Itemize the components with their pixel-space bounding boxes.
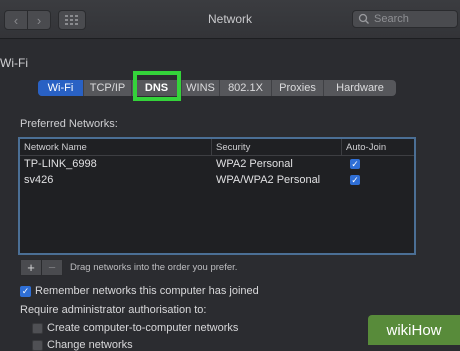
require-admin-label: Require administrator authorisation to:	[20, 304, 207, 316]
change-networks-checkbox[interactable]	[32, 339, 43, 351]
remember-networks-option[interactable]: ✓ Remember networks this computer has jo…	[20, 285, 259, 297]
tab-tcpip[interactable]: TCP/IP	[84, 80, 132, 96]
create-networks-option[interactable]: Create computer-to-computer networks	[32, 322, 238, 334]
tab-wins[interactable]: WINS	[182, 80, 220, 96]
search-icon	[358, 13, 369, 24]
change-networks-option[interactable]: Change networks	[32, 339, 133, 351]
search-input[interactable]	[372, 13, 454, 25]
network-name: sv426	[24, 174, 54, 186]
create-networks-label: Create computer-to-computer networks	[47, 322, 239, 334]
network-security: WPA/WPA2 Personal	[216, 174, 321, 186]
search-field[interactable]	[352, 10, 458, 28]
auto-join-checkbox[interactable]: ✓	[350, 175, 360, 185]
column-auto-join[interactable]: Auto-Join	[342, 139, 414, 155]
checkmark-icon: ✓	[351, 174, 359, 185]
tab-wifi[interactable]: Wi-Fi	[38, 80, 84, 96]
auto-join-checkbox[interactable]: ✓	[350, 159, 360, 169]
title-bar: ‹ › Network	[0, 0, 460, 39]
checkmark-icon: ✓	[351, 158, 359, 169]
remember-networks-label: Remember networks this computer has join…	[35, 285, 259, 297]
interface-label: Wi-Fi	[0, 56, 28, 70]
add-network-button[interactable]: +	[20, 259, 42, 276]
remove-network-button[interactable]: −	[42, 259, 63, 276]
column-network-name[interactable]: Network Name	[20, 139, 212, 155]
table-row[interactable]: sv426 WPA/WPA2 Personal ✓	[20, 172, 414, 188]
auto-join-cell: ✓	[342, 172, 414, 188]
network-security: WPA2 Personal	[216, 158, 293, 170]
wikihow-watermark: wikiHow	[368, 315, 460, 345]
preferred-networks-table[interactable]: Network Name Security Auto-Join TP-LINK_…	[18, 137, 416, 255]
tab-hardware[interactable]: Hardware	[324, 80, 396, 96]
add-remove-controls: + −	[20, 259, 63, 276]
preferred-networks-title: Preferred Networks:	[20, 118, 118, 130]
tab-8021x[interactable]: 802.1X	[220, 80, 272, 96]
table-row[interactable]: TP-LINK_6998 WPA2 Personal ✓	[20, 156, 414, 172]
table-header: Network Name Security Auto-Join	[20, 139, 414, 156]
remember-networks-checkbox[interactable]: ✓	[20, 285, 31, 297]
network-name: TP-LINK_6998	[24, 158, 97, 170]
dns-tab-highlight	[133, 71, 181, 101]
auto-join-cell: ✓	[342, 156, 414, 172]
tab-proxies[interactable]: Proxies	[272, 80, 324, 96]
checkmark-icon: ✓	[21, 285, 30, 296]
column-security[interactable]: Security	[212, 139, 342, 155]
change-networks-label: Change networks	[47, 339, 133, 351]
drag-hint: Drag networks into the order you prefer.	[70, 262, 238, 273]
tab-bar: Wi-Fi TCP/IP DNS WINS 802.1X Proxies Har…	[38, 80, 396, 96]
create-networks-checkbox[interactable]	[32, 322, 43, 334]
